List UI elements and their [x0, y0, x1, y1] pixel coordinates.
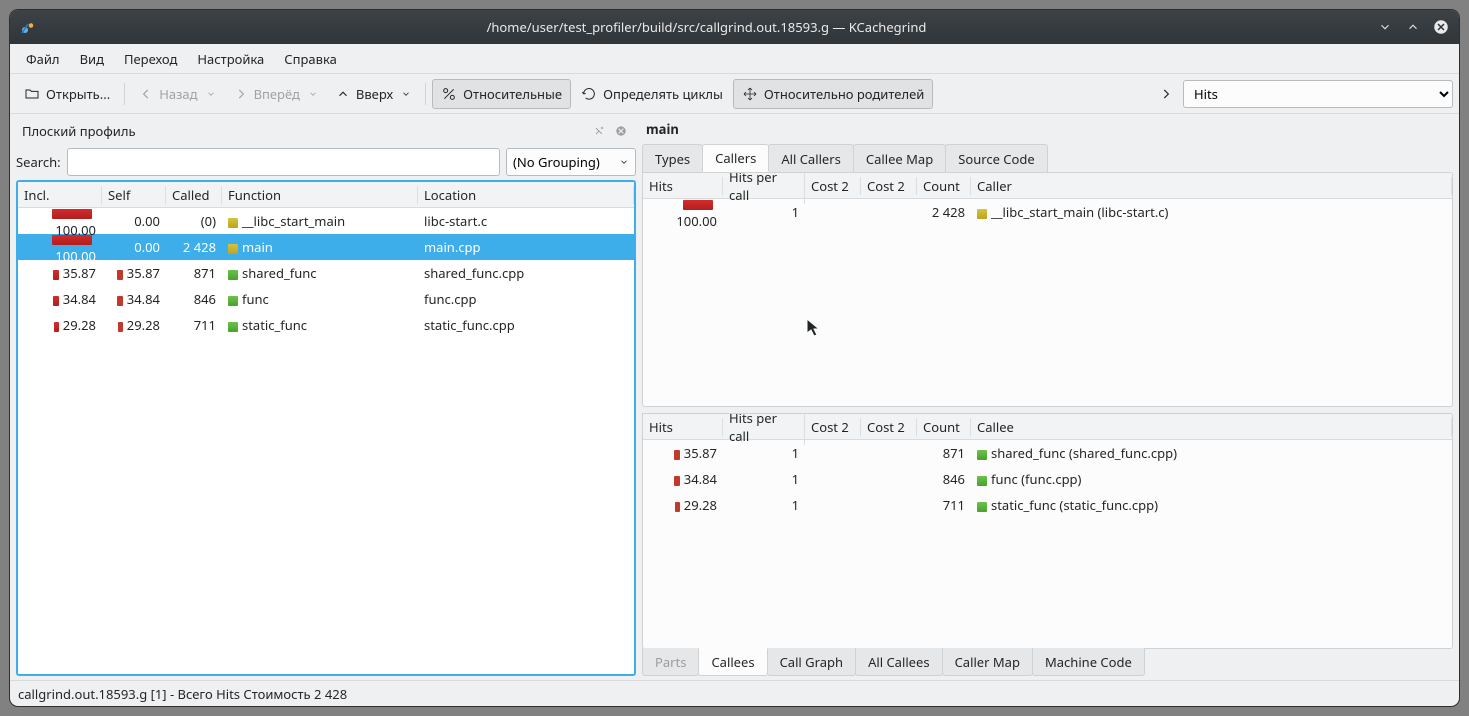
open-button[interactable]: Открыть...	[16, 79, 118, 109]
col-cost2a[interactable]: Cost 2	[805, 418, 861, 436]
percent-icon	[441, 86, 457, 102]
bottom-tabs: Parts Callees Call Graph All Callees Cal…	[642, 648, 1453, 676]
search-input[interactable]	[67, 148, 500, 176]
flat-header: Incl. Self Called Function Location	[18, 182, 634, 208]
selected-function-name: main	[642, 118, 1453, 144]
col-hits[interactable]: Hits	[643, 177, 723, 195]
top-tabs: Types Callers All Callers Callee Map Sou…	[642, 144, 1453, 172]
menu-file[interactable]: Файл	[16, 46, 70, 72]
table-row[interactable]: 35.8735.87871shared_funcshared_func.cpp	[18, 260, 634, 286]
maximize-button[interactable]	[1401, 15, 1425, 39]
callees-header: Hits Hits per call Cost 2 Cost 2 Count C…	[643, 414, 1452, 440]
toolbar: Открыть... Назад Вперёд Вверх Относитель…	[10, 74, 1459, 114]
move-icon	[742, 86, 758, 102]
chevron-down-icon	[308, 89, 318, 99]
dock-titlebar: Плоский профиль	[16, 118, 636, 144]
chevron-down-icon	[401, 89, 411, 99]
tab-callee-map[interactable]: Callee Map	[853, 144, 946, 172]
menu-view[interactable]: Вид	[70, 46, 114, 72]
col-hits[interactable]: Hits	[643, 418, 723, 436]
up-button[interactable]: Вверх	[328, 79, 419, 109]
col-count[interactable]: Count	[917, 418, 971, 436]
tab-all-callers[interactable]: All Callers	[768, 144, 854, 172]
tab-call-graph[interactable]: Call Graph	[767, 648, 857, 676]
col-hits-per-call[interactable]: Hits per call	[723, 172, 805, 204]
go-right-button[interactable]	[1155, 83, 1177, 105]
relative-toggle[interactable]: Относительные	[432, 79, 571, 109]
folder-open-icon	[24, 86, 40, 102]
menubar: Файл Вид Переход Настройка Справка	[10, 44, 1459, 74]
event-type-combo[interactable]: Hits	[1183, 80, 1453, 108]
grouping-combo[interactable]: (No Grouping)	[506, 148, 636, 176]
statusbar: callgrind.out.18593.g [1] - Всего Hits С…	[10, 680, 1459, 706]
table-row[interactable]: 100.000.002 428mainmain.cpp	[18, 234, 634, 260]
callers-header: Hits Hits per call Cost 2 Cost 2 Count C…	[643, 173, 1452, 199]
chevron-right-icon	[234, 87, 248, 101]
minimize-button[interactable]	[1373, 15, 1397, 39]
tab-machine-code[interactable]: Machine Code	[1032, 648, 1145, 676]
tab-parts[interactable]: Parts	[642, 648, 699, 676]
detect-cycles-toggle[interactable]: Определять циклы	[573, 79, 731, 109]
dock-float-button[interactable]	[590, 122, 608, 140]
col-count[interactable]: Count	[917, 177, 971, 195]
chevron-down-icon	[206, 89, 216, 99]
table-row[interactable]: 34.841846func (func.cpp)	[643, 466, 1452, 492]
search-row: Search: (No Grouping)	[16, 144, 636, 180]
forward-button[interactable]: Вперёд	[226, 79, 326, 109]
table-row[interactable]: 100.0012 428__libc_start_main (libc-star…	[643, 199, 1452, 225]
tab-callers[interactable]: Callers	[702, 144, 769, 172]
chevron-up-icon	[336, 87, 350, 101]
menu-go[interactable]: Переход	[114, 46, 187, 72]
flat-profile-tree[interactable]: Incl. Self Called Function Location 100.…	[16, 180, 636, 676]
relative-parent-toggle[interactable]: Относительно родителей	[733, 79, 933, 109]
table-row[interactable]: 100.000.00(0)__libc_start_mainlibc-start…	[18, 208, 634, 234]
search-label: Search:	[16, 153, 61, 171]
menu-settings[interactable]: Настройка	[187, 46, 274, 72]
tab-all-callees[interactable]: All Callees	[855, 648, 943, 676]
chevron-right-icon	[1159, 87, 1173, 101]
col-cost2b[interactable]: Cost 2	[861, 177, 917, 195]
table-row[interactable]: 34.8434.84846funcfunc.cpp	[18, 286, 634, 312]
app-icon	[18, 17, 38, 37]
table-row[interactable]: 29.2829.28711static_funcstatic_func.cpp	[18, 312, 634, 338]
col-incl[interactable]: Incl.	[18, 186, 102, 204]
col-self[interactable]: Self	[102, 186, 166, 204]
content-area: Плоский профиль Search: (No Grouping) In…	[10, 114, 1459, 680]
status-text: callgrind.out.18593.g [1] - Всего Hits С…	[18, 685, 347, 703]
dock-title: Плоский профиль	[22, 122, 136, 140]
flat-profile-panel: Плоский профиль Search: (No Grouping) In…	[16, 118, 636, 676]
titlebar: /home/user/test_profiler/build/src/callg…	[10, 10, 1459, 44]
dock-close-button[interactable]	[612, 122, 630, 140]
col-cost2a[interactable]: Cost 2	[805, 177, 861, 195]
close-button[interactable]	[1429, 15, 1453, 39]
refresh-icon	[581, 86, 597, 102]
app-window: /home/user/test_profiler/build/src/callg…	[10, 10, 1459, 706]
col-called[interactable]: Called	[166, 186, 222, 204]
tab-source-code[interactable]: Source Code	[945, 144, 1048, 172]
window-title: /home/user/test_profiler/build/src/callg…	[44, 18, 1369, 36]
col-function[interactable]: Function	[222, 186, 418, 204]
tab-types[interactable]: Types	[642, 144, 703, 172]
col-callee[interactable]: Callee	[971, 418, 1452, 436]
col-caller[interactable]: Caller	[971, 177, 1452, 195]
detail-panel: main Types Callers All Callers Callee Ma…	[642, 118, 1453, 676]
table-row[interactable]: 35.871871shared_func (shared_func.cpp)	[643, 440, 1452, 466]
back-button[interactable]: Назад	[131, 79, 223, 109]
chevron-down-icon	[619, 157, 629, 167]
tab-callees[interactable]: Callees	[698, 648, 767, 676]
menu-help[interactable]: Справка	[274, 46, 347, 72]
chevron-left-icon	[139, 87, 153, 101]
callees-panel: Hits Hits per call Cost 2 Cost 2 Count C…	[642, 413, 1453, 649]
col-location[interactable]: Location	[418, 186, 634, 204]
col-hits-per-call[interactable]: Hits per call	[723, 413, 805, 445]
callers-panel: Hits Hits per call Cost 2 Cost 2 Count C…	[642, 172, 1453, 407]
col-cost2b[interactable]: Cost 2	[861, 418, 917, 436]
table-row[interactable]: 29.281711static_func (static_func.cpp)	[643, 492, 1452, 518]
tab-caller-map[interactable]: Caller Map	[942, 648, 1033, 676]
